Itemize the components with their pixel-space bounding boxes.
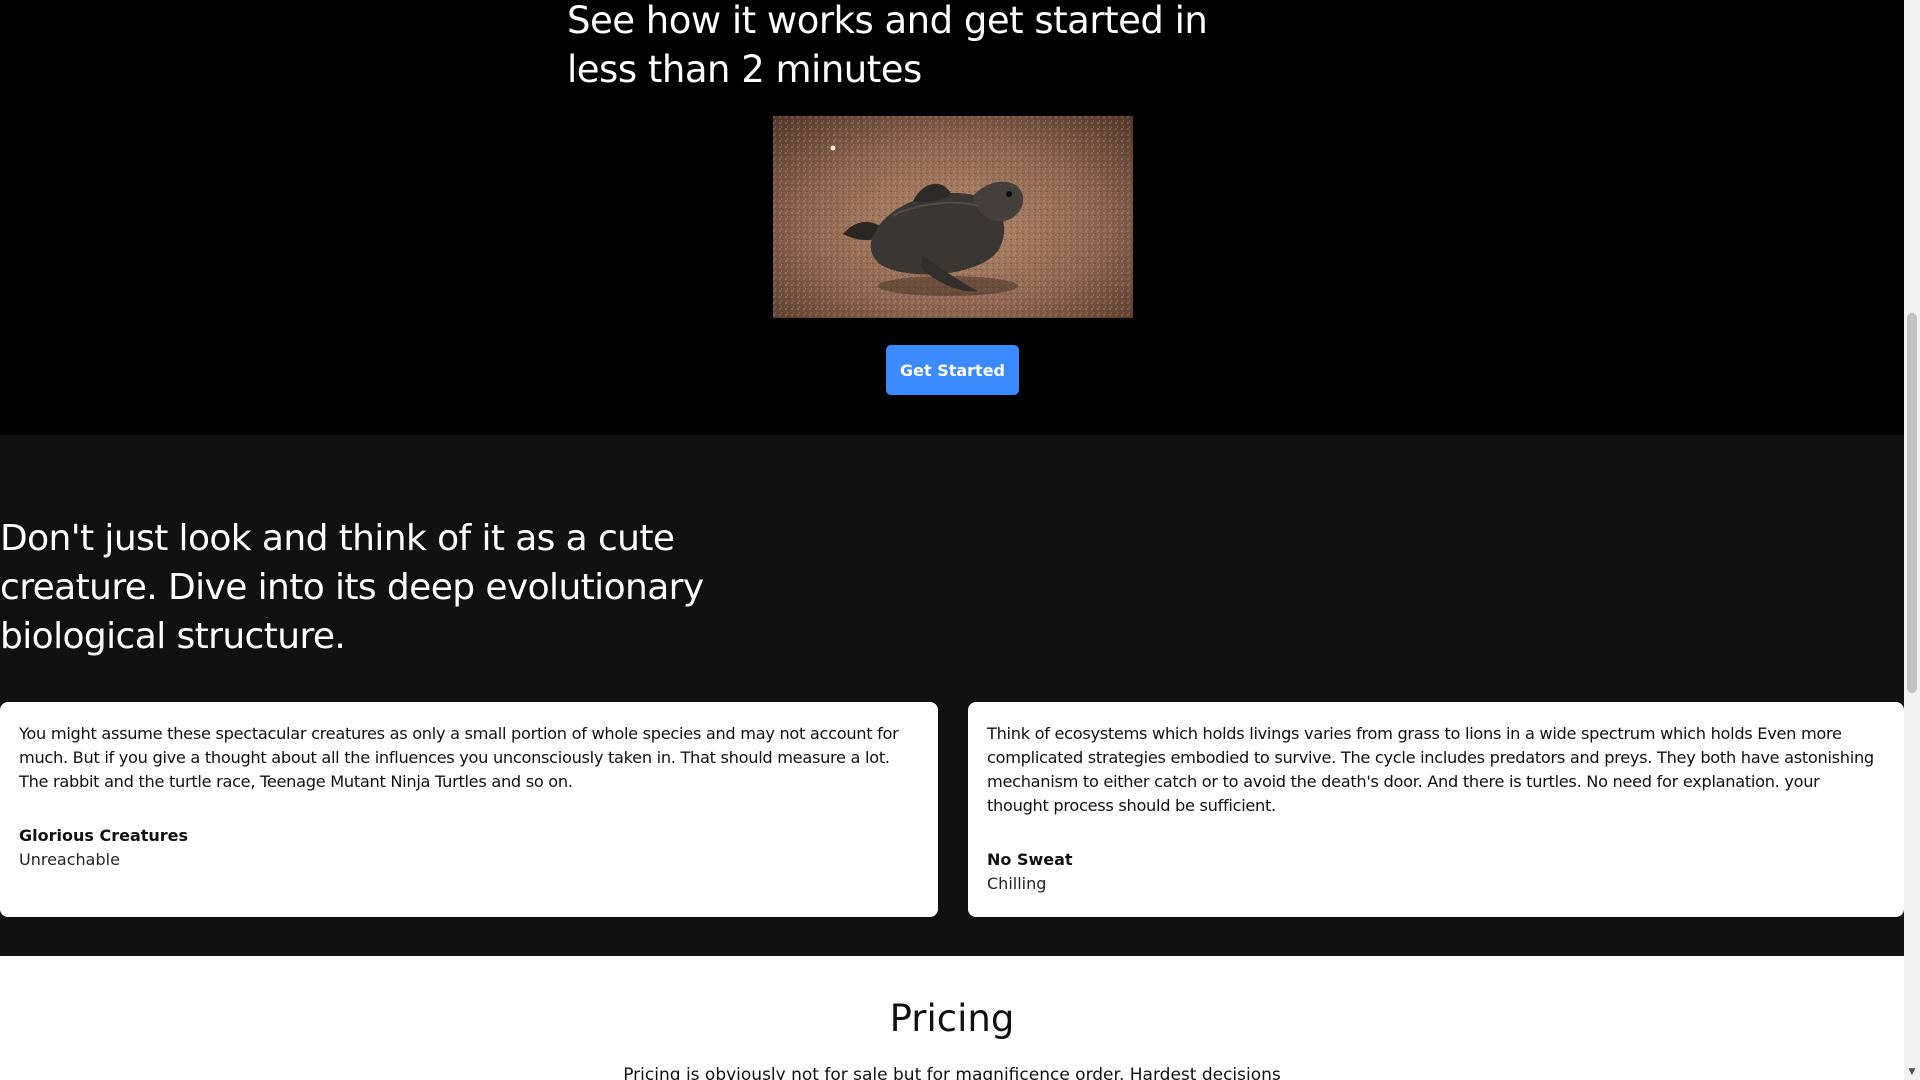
card-text: Think of ecosystems which holds livings …	[987, 724, 1874, 815]
pricing-section: Pricing Pricing is obviously not for sal…	[0, 956, 1904, 1080]
page: See how it works and get started in less…	[0, 0, 1904, 1080]
turtle-image	[773, 116, 1133, 318]
card-name: No Sweat	[987, 850, 1073, 869]
get-started-button[interactable]: Get Started	[886, 345, 1019, 395]
hero-title: See how it works and get started in less…	[567, 0, 1208, 91]
pricing-title: Pricing	[889, 997, 1015, 1040]
testimonial-card: Think of ecosystems which holds livings …	[968, 702, 1904, 917]
features-title: Don't just look and think of it as a cut…	[0, 518, 704, 657]
card-name: Glorious Creatures	[19, 826, 189, 845]
scrollbar-thumb[interactable]	[1907, 313, 1917, 693]
features-section: Don't just look and think of it as a cut…	[0, 435, 1904, 956]
testimonial-card: You might assume these spectacular creat…	[0, 702, 938, 917]
card-role: Chilling	[987, 874, 1047, 893]
hero-section: See how it works and get started in less…	[0, 0, 1904, 435]
vertical-scrollbar[interactable]: ▼	[1904, 0, 1920, 1080]
card-role: Unreachable	[19, 850, 120, 869]
card-text: You might assume these spectacular creat…	[19, 724, 899, 791]
chevron-down-icon[interactable]: ▼	[1904, 1064, 1920, 1080]
pricing-text: Pricing is obviously not for sale but fo…	[623, 1065, 1281, 1080]
